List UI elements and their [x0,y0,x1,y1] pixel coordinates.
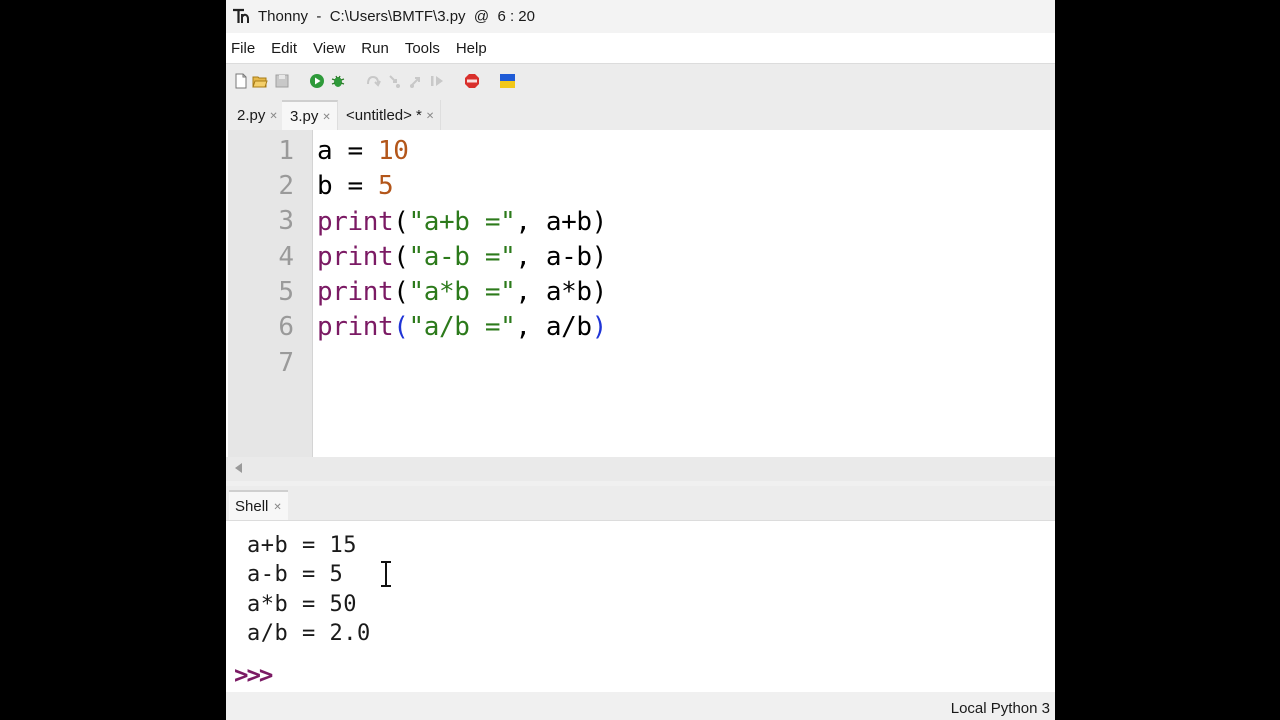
menu-bar: File Edit View Run Tools Help [226,33,1055,63]
shell-output-line: a*b = 50 [247,591,357,617]
code-line[interactable]: print("a-b =", a-b) [317,240,607,275]
thonny-logo-icon [233,8,249,23]
run-icon[interactable] [309,73,325,89]
code-line[interactable] [317,346,607,381]
line-number-gutter: 1 2 3 4 5 6 7 [228,130,313,457]
code-line[interactable]: a = 10 [317,134,607,169]
close-icon[interactable]: ✕ [322,112,330,123]
tab-label: 2.py [237,106,266,124]
line-number: 1 [278,136,294,166]
code-editor[interactable]: 1 2 3 4 5 6 7 a = 10 b = 5 print("a+b ="… [226,130,1055,457]
debug-icon[interactable] [330,73,346,89]
line-number: 4 [278,242,294,272]
code-line[interactable]: print("a*b =", a*b) [317,275,607,310]
resume-icon[interactable] [429,73,445,89]
shell-output: a+b = 15 a-b = 5 a*b = 50 a/b = 2.0 [247,531,371,648]
save-icon[interactable] [274,73,290,89]
tab-3-py[interactable]: 3.py ✕ [282,100,338,130]
step-out-icon[interactable] [408,73,424,89]
shell-output-line: a/b = 2.0 [247,620,371,646]
tab-label: <untitled> * [346,106,422,124]
open-file-icon[interactable] [252,73,268,89]
line-number: 6 [278,312,294,342]
shell-prompt[interactable]: >>> [234,661,273,689]
interpreter-status[interactable]: Local Python 3 [951,700,1050,717]
shell-output-line: a-b = 5 [247,562,344,588]
scroll-left-arrow-icon[interactable] [235,463,242,473]
code-line[interactable]: b = 5 [317,169,607,204]
tab-shell[interactable]: Shell ✕ [229,490,288,520]
close-icon[interactable]: ✕ [426,111,434,122]
code-area[interactable]: a = 10 b = 5 print("a+b =", a+b) print("… [317,134,607,381]
editor-tab-bar: 2.py ✕ 3.py ✕ <untitled> * ✕ [226,98,1055,130]
step-into-icon[interactable] [386,73,402,89]
menu-run[interactable]: Run [356,40,397,57]
ukraine-flag-icon[interactable] [500,74,515,88]
step-over-icon[interactable] [365,73,381,89]
tab-label: 3.py [290,107,319,125]
shell-tab-bar: Shell ✕ [226,486,1055,520]
window-title: Thonny - C:\Users\BMTF\3.py @ 6 : 20 [258,8,535,25]
tab-untitled[interactable]: <untitled> * ✕ [338,100,442,130]
new-file-icon[interactable] [233,73,249,89]
menu-tools[interactable]: Tools [400,40,448,57]
line-number: 5 [278,277,294,307]
menu-edit[interactable]: Edit [266,40,305,57]
status-bar: Local Python 3 [226,696,1055,720]
tab-label: Shell [235,497,269,515]
tab-2-py[interactable]: 2.py ✕ [229,100,285,130]
close-icon[interactable]: ✕ [273,502,281,513]
menu-file[interactable]: File [226,40,263,57]
close-icon[interactable]: ✕ [269,111,277,122]
shell-output-line: a+b = 15 [247,533,357,558]
code-line[interactable]: print("a+b =", a+b) [317,205,607,240]
text-cursor-icon [381,561,391,587]
menu-view[interactable]: View [308,40,353,57]
stop-icon[interactable] [464,73,480,89]
line-number: 2 [278,171,294,201]
thonny-window: Thonny - C:\Users\BMTF\3.py @ 6 : 20 Fil… [226,0,1055,720]
code-line[interactable]: print("a/b =", a/b) [317,310,607,345]
line-number: 3 [278,206,294,236]
title-bar: Thonny - C:\Users\BMTF\3.py @ 6 : 20 [226,0,1055,33]
toolbar [226,63,1055,98]
editor-horizontal-scrollbar[interactable] [226,457,1055,481]
line-number: 7 [278,348,294,378]
menu-help[interactable]: Help [451,40,495,57]
shell-console[interactable]: a+b = 15 a-b = 5 a*b = 50 a/b = 2.0 >>> [226,520,1055,692]
